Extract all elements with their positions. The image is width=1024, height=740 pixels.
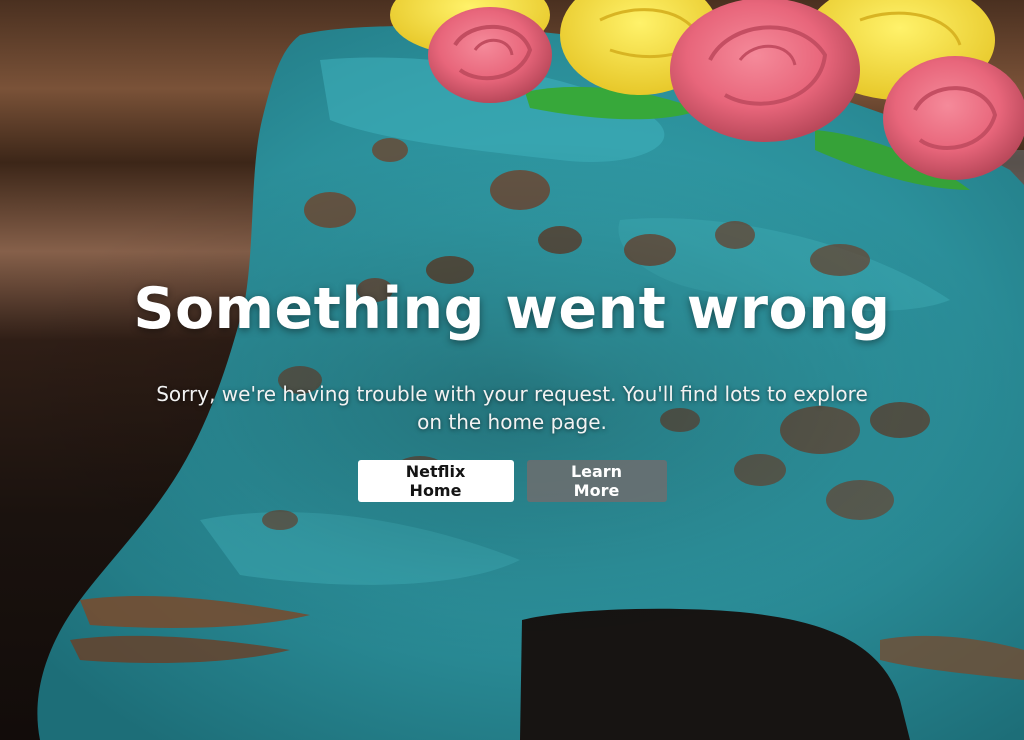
error-message: Sorry, we're having trouble with your re… — [156, 382, 868, 434]
error-title: Something went wrong — [133, 276, 891, 342]
error-content: Something went wrong Sorry, we're having… — [0, 272, 1024, 502]
netflix-home-button[interactable]: Netflix Home — [357, 460, 514, 502]
learn-more-button[interactable]: Learn More — [526, 460, 667, 502]
action-buttons: Netflix Home Learn More — [0, 460, 1024, 502]
error-page: Something went wrong Sorry, we're having… — [0, 0, 1024, 740]
